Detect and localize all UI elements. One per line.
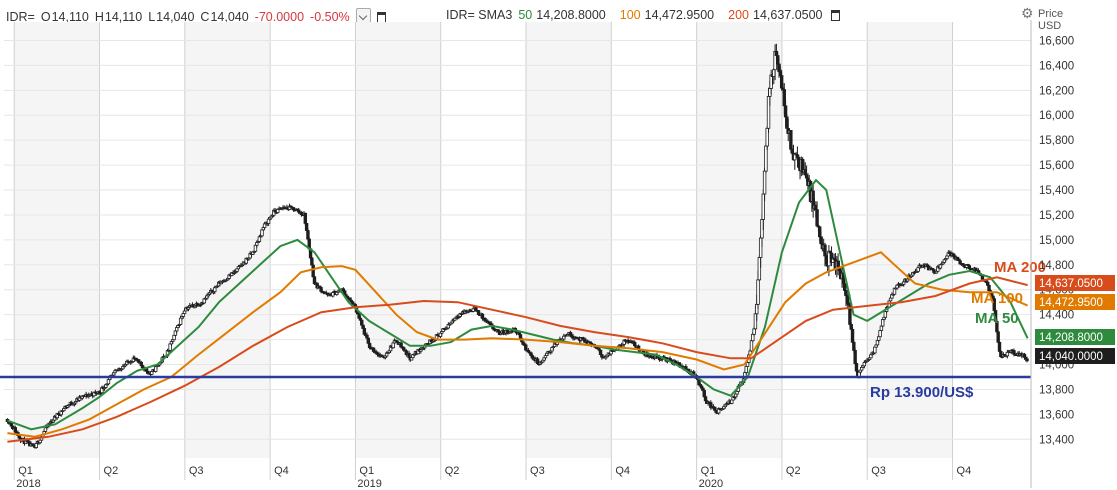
candle-body — [749, 340, 754, 352]
year-tick-label: 2019 — [357, 478, 381, 490]
price-tick-label: 14,400 — [1039, 310, 1074, 322]
price-tick-label: 15,400 — [1039, 185, 1074, 197]
ma100-annotation: MA 100 — [971, 290, 1023, 307]
price-tick-label: 15,600 — [1039, 160, 1074, 172]
candle-body — [255, 242, 259, 246]
price-axis-title: Price — [1038, 8, 1063, 20]
price-tick-label: 13,600 — [1039, 409, 1074, 421]
candle-body — [476, 310, 481, 315]
quarter-tick-label: Q2 — [445, 465, 460, 477]
candle-body — [860, 366, 864, 371]
candle-body — [331, 292, 335, 297]
quarter-tick-label: Q2 — [104, 465, 119, 477]
candle-body — [999, 350, 1003, 357]
quarter-tick-label: Q4 — [274, 465, 289, 477]
candle-body — [1005, 351, 1010, 357]
candle-body — [932, 269, 936, 273]
price-tick-label: 14,800 — [1039, 260, 1074, 272]
candle-body — [735, 390, 739, 395]
candle-body — [407, 352, 411, 358]
quarter-tick-label: Q1 — [18, 465, 33, 477]
candle-body — [34, 443, 38, 448]
price-tick-label: 15,800 — [1039, 135, 1074, 147]
year-tick-label: 2020 — [699, 478, 723, 490]
candle-body — [877, 336, 881, 341]
quarter-tick-label: Q1 — [701, 465, 716, 477]
candle-body — [303, 212, 308, 224]
price-axis-unit: USD — [1038, 20, 1061, 32]
candle-body — [854, 363, 859, 372]
candle-body — [181, 313, 185, 317]
candle-body — [311, 264, 315, 278]
quarter-tick-label: Q4 — [957, 465, 972, 477]
ma100-value-tag-label: 14,472.9500 — [1039, 297, 1103, 309]
price-tick-label: 16,200 — [1039, 85, 1074, 97]
ma50-annotation: MA 50 — [975, 310, 1019, 327]
candle-body — [762, 170, 767, 195]
year-tick-label: 2018 — [16, 478, 40, 490]
candle-body — [598, 349, 603, 355]
price-tick-label: 15,000 — [1039, 235, 1074, 247]
quarter-tick-label: Q3 — [871, 465, 886, 477]
candle-body — [756, 279, 760, 305]
candle-body — [535, 358, 540, 364]
price-tick-label: 16,600 — [1039, 35, 1074, 47]
candle-body — [873, 346, 877, 354]
quarter-tick-label: Q4 — [615, 465, 630, 477]
quarter-tick-label: Q3 — [189, 465, 204, 477]
price-tick-label: 13,400 — [1039, 434, 1074, 446]
ma50-value-tag-label: 14,208.8000 — [1039, 332, 1103, 344]
price-tick-label: 16,000 — [1039, 110, 1074, 122]
quarter-tick-label: Q1 — [359, 465, 374, 477]
price-tick-label: 13,800 — [1039, 384, 1074, 396]
ma200-value-tag-label: 14,637.0500 — [1039, 278, 1103, 290]
candle-body — [730, 399, 734, 404]
price-tick-label: 15,200 — [1039, 210, 1074, 222]
candle-body — [399, 342, 403, 348]
candle-body — [213, 287, 217, 293]
candle-body — [1025, 358, 1029, 362]
price-chart: Rp 13.900/US$MA 200MA 100MA 50 Q1 Q2 Q3 Q4 Q… — [0, 8, 1115, 490]
quarter-tick-label: Q3 — [530, 465, 545, 477]
candle-body — [744, 366, 748, 373]
support-line-label: Rp 13.900/US$ — [870, 384, 974, 401]
close-value-tag-label: 14,040.0000 — [1039, 351, 1103, 363]
candle-body — [850, 328, 855, 343]
candle-body — [815, 209, 819, 227]
candle-body — [365, 334, 369, 339]
candle-body — [996, 331, 1000, 343]
candle-body — [878, 330, 882, 338]
candle-body — [853, 349, 857, 364]
price-tick-label: 16,400 — [1039, 60, 1074, 72]
quarter-tick-label: Q2 — [786, 465, 801, 477]
